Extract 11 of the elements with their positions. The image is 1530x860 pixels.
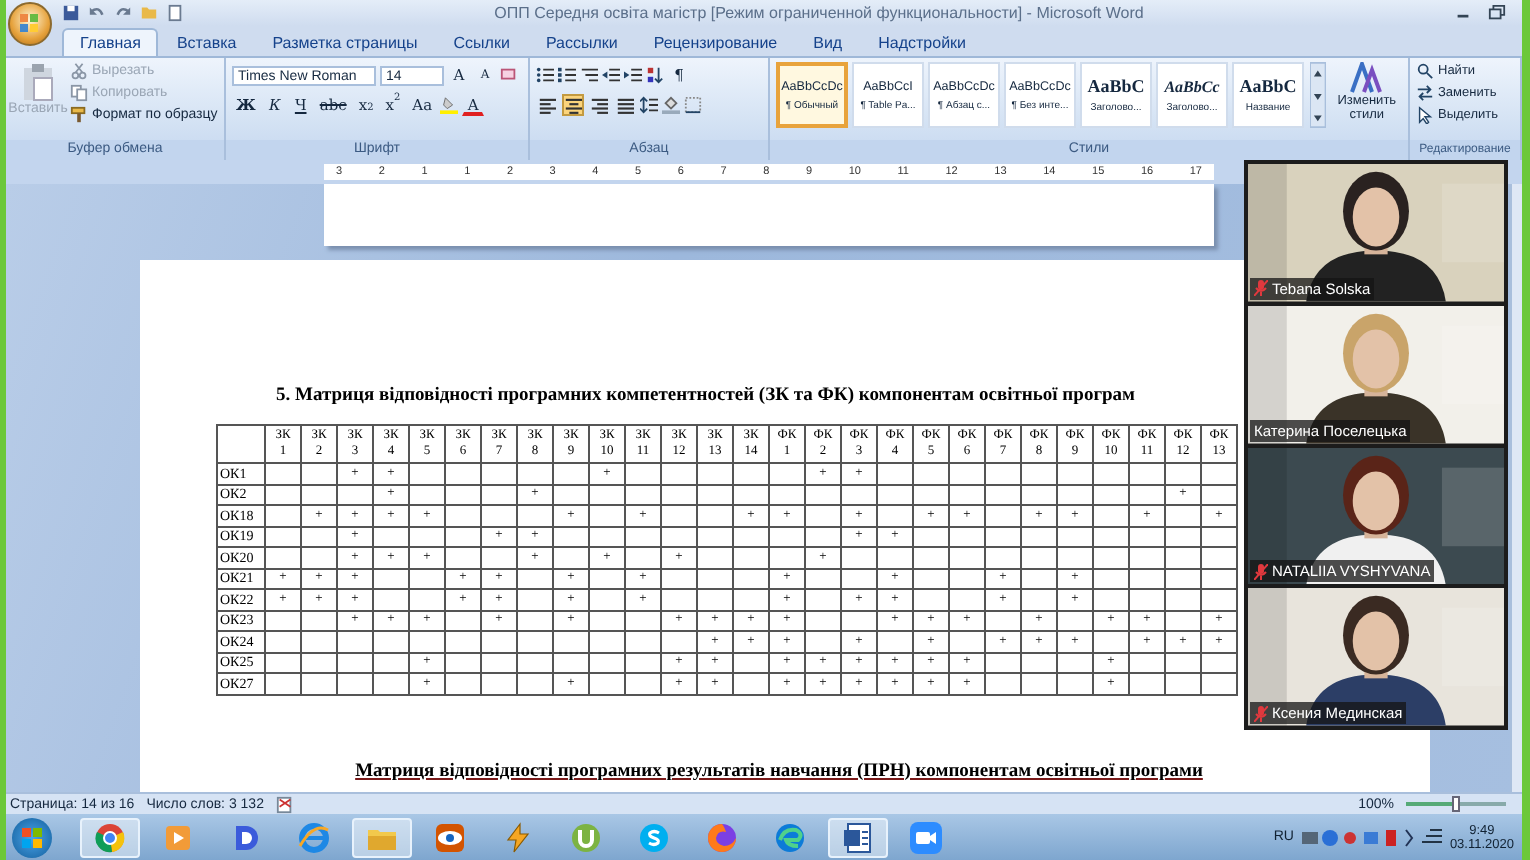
ribbon-tab[interactable]: Ссылки xyxy=(435,28,528,56)
ribbon-tab[interactable]: Рецензирование xyxy=(635,28,796,56)
ribbon-tab[interactable]: Рассылки xyxy=(527,28,636,56)
section-heading: Матриця відповідності програмних результатів навчання (ПРН) компонентам освітньої програми xyxy=(353,761,1205,781)
ribbon-tab[interactable]: Вид xyxy=(795,28,861,56)
ribbon-tab[interactable]: Надстройки xyxy=(860,28,985,56)
ribbon-tab[interactable]: Главная xyxy=(62,28,159,56)
window-title: ОПП Середня освіта магістр [Режим ограниченной функциональности] - Microsoft Word xyxy=(492,4,1146,22)
ribbon-tab[interactable]: Разметка страницы xyxy=(254,28,436,56)
section-heading: 5. Матриця відповідності програмних компетентностей (ЗК та ФК) компонентам освітньої програм xyxy=(276,386,1138,406)
ribbon-tab[interactable]: Вставка xyxy=(158,28,255,56)
